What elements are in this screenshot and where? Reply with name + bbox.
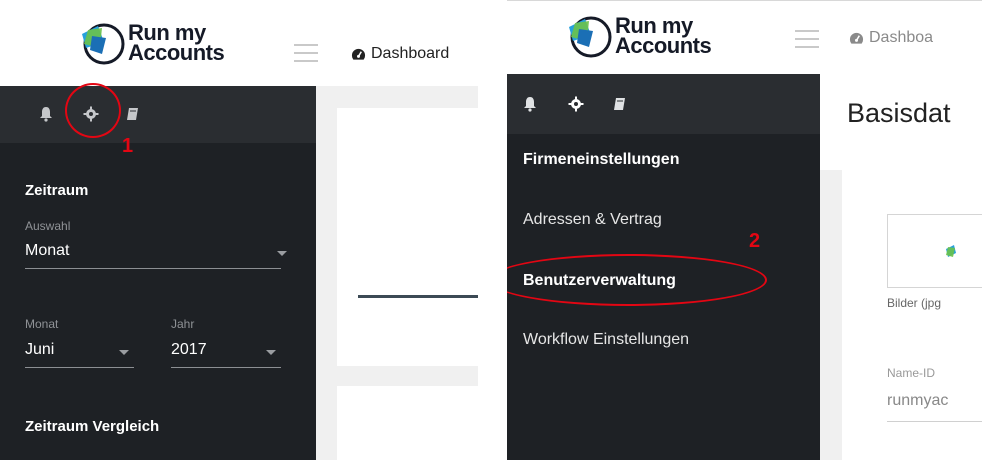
- section-zeitraum: Zeitraum: [25, 182, 89, 199]
- jahr-chevron-down-icon[interactable]: [266, 350, 276, 355]
- logo-text-right: Run my Accounts: [615, 15, 712, 58]
- basisdaten-card: Bilder (jpg Name-ID runmyac: [842, 170, 982, 460]
- menu-heading-firmeneinstellungen[interactable]: Firmeneinstellungen: [523, 151, 679, 169]
- menu-icon[interactable]: [294, 44, 318, 62]
- name-id-input[interactable]: runmyac: [887, 392, 948, 410]
- main-content-right: Bilder (jpg Name-ID runmyac: [820, 170, 982, 460]
- menu-icon[interactable]: [795, 30, 819, 48]
- auswahl-underline: [25, 268, 281, 269]
- jahr-select[interactable]: 2017: [171, 341, 207, 359]
- logo-mark-icon: [569, 16, 612, 58]
- period-filter: Zeitraum Auswahl Monat Monat Juni Jahr 2…: [0, 143, 316, 460]
- brand-logo-right[interactable]: Run my Accounts: [565, 13, 712, 59]
- name-id-underline: [887, 421, 982, 422]
- dashboard-card-2: [337, 386, 478, 460]
- monat-label: Monat: [25, 317, 59, 331]
- bell-icon[interactable]: [38, 106, 54, 122]
- tachometer-icon: [351, 48, 366, 60]
- logo-line-2: Accounts: [128, 40, 225, 65]
- dashboard-card: [337, 108, 478, 366]
- sidebar-icon-row: [507, 74, 820, 134]
- nav-dashboard-right[interactable]: Dashboa: [849, 29, 933, 47]
- nav-dashboard[interactable]: Dashboard: [351, 45, 449, 63]
- logo-text: Run my Accounts: [128, 22, 225, 65]
- annotation-number-1: 1: [122, 135, 134, 157]
- right-screenshot-panel: Run my Accounts Dashboa Firmeneinstellun…: [507, 0, 982, 460]
- nav-dashboard-label: Dashboa: [869, 29, 934, 46]
- page-header: Basisdat: [820, 74, 982, 170]
- sidebar: Zeitraum Auswahl Monat Monat Juni Jahr 2…: [0, 86, 316, 460]
- left-screenshot-panel: Run my Accounts Dashboard Zeitraum Auswa…: [0, 0, 478, 460]
- chart-line: [358, 295, 478, 298]
- image-upload-box[interactable]: [887, 214, 982, 288]
- main-content: [316, 86, 478, 460]
- auswahl-select[interactable]: Monat: [25, 242, 69, 260]
- brand-logo[interactable]: Run my Accounts: [78, 20, 225, 66]
- book-icon[interactable]: [125, 106, 141, 122]
- annotation-circle-1: [65, 83, 121, 138]
- page-title: Basisdat: [847, 98, 951, 128]
- name-id-label: Name-ID: [887, 366, 936, 380]
- nav-dashboard-label: Dashboard: [371, 45, 450, 62]
- monat-select[interactable]: Juni: [25, 341, 54, 359]
- logo-preview-icon: [946, 245, 956, 257]
- annotation-number-2: 2: [749, 230, 761, 252]
- auswahl-chevron-down-icon[interactable]: [277, 251, 287, 256]
- logo-mark-icon: [82, 23, 125, 65]
- book-icon[interactable]: [612, 96, 628, 112]
- monat-chevron-down-icon[interactable]: [119, 350, 129, 355]
- top-bar: Run my Accounts Dashboard: [0, 0, 478, 86]
- image-caption: Bilder (jpg: [887, 296, 942, 310]
- gear-icon[interactable]: [568, 96, 584, 112]
- menu-item-workflow-einstellungen[interactable]: Workflow Einstellungen: [523, 331, 689, 349]
- jahr-label: Jahr: [171, 317, 195, 331]
- jahr-underline: [171, 367, 281, 368]
- section-zeitraum-vergleich: Zeitraum Vergleich: [25, 418, 160, 435]
- tachometer-icon: [849, 32, 864, 44]
- bell-icon[interactable]: [522, 96, 538, 112]
- menu-item-adressen-vertrag[interactable]: Adressen & Vertrag: [523, 211, 662, 229]
- sidebar-icon-row: [0, 86, 316, 143]
- auswahl-label: Auswahl: [25, 219, 71, 233]
- monat-underline: [25, 367, 134, 368]
- logo-line-2: Accounts: [615, 33, 712, 58]
